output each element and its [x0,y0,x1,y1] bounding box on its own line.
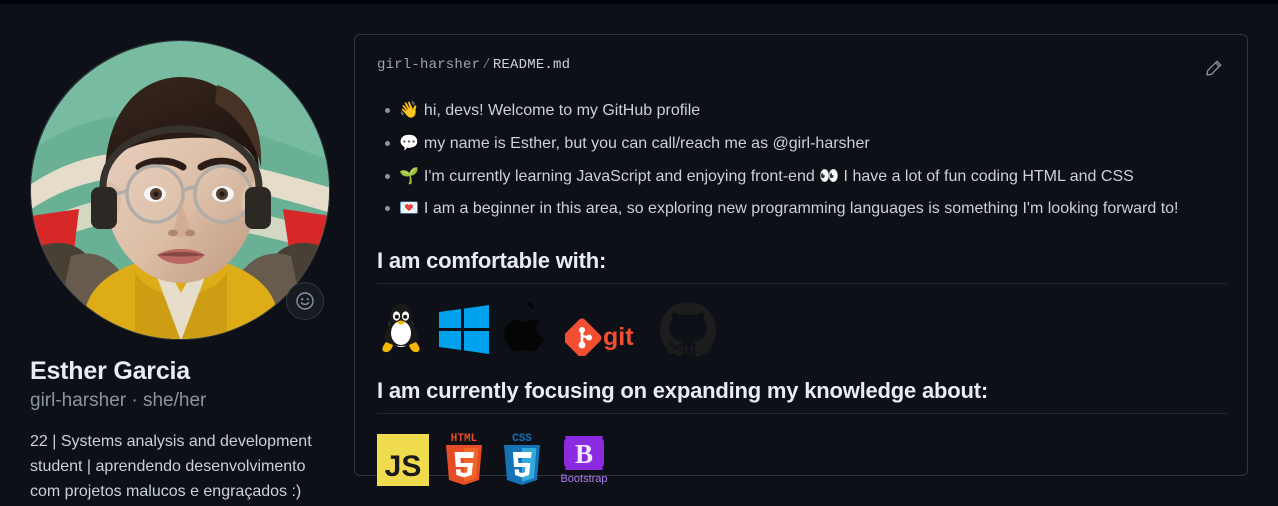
tech-badge-row-learning: JS HTML CSS B Bootstrap [377,428,1225,487]
svg-text:HTML: HTML [451,433,478,445]
list-item: 💌 I am a beginner in this area, so explor… [385,193,1225,226]
profile-bio: 22 | Systems analysis and development st… [30,432,312,500]
bootstrap-badge[interactable]: B Bootstrap [557,430,611,486]
section-divider [377,283,1227,285]
breadcrumb-separator: / [482,57,491,73]
list-item-text: my name is Esther, but you can call/reac… [423,134,870,152]
git-badge[interactable]: git [565,318,643,357]
breadcrumb-file[interactable]: README.md [493,57,570,73]
edit-readme-button[interactable] [1203,57,1225,79]
list-item-text: I am a beginner in this area, so explori… [423,200,1179,218]
readme-card: girl-harsher / README.md 👋 hi, devs! Welcom… [354,34,1248,487]
smiley-icon [296,292,314,310]
section-title-comfortable: I am comfortable with: [377,248,607,274]
list-item: 💬 my name is Esther, but you can call/rea… [385,128,1225,161]
breadcrumb: girl-harsher / README.md [377,57,570,73]
list-item: 👋 hi, devs! Welcome to my GitHub profile [385,95,1225,128]
svg-text:B: B [575,439,593,469]
svg-text:JS: JS [385,450,422,483]
waving-hand-emoji: 👋 [399,102,419,119]
list-item-text: hi, devs! Welcome to my GitHub profile [423,102,701,119]
svg-text:git: git [603,323,634,351]
readme-card-header: girl-harsher / README.md [377,57,1225,83]
windows-badge[interactable] [437,304,491,356]
svg-text:Bootstrap: Bootstrap [560,473,607,485]
avatar[interactable] [30,40,330,340]
speech-balloon-emoji: 💬 [399,134,419,152]
profile-sidebar: Esther Garcia girl-harsher · she/her 22 … [30,40,342,504]
avatar-illustration [31,41,329,339]
linux-badge[interactable] [377,300,425,356]
svg-text:GitHub: GitHub [666,342,709,356]
html5-badge[interactable]: HTML [441,430,487,486]
apple-badge[interactable] [503,300,553,356]
avatar-container [30,40,330,340]
section-title-focusing: I am currently focusing on expanding my … [377,378,988,404]
list-item: 🌱 I'm currently learning JavaScript and e… [385,161,1225,194]
profile-handle: girl-harsher · she/her [30,390,207,412]
css3-badge[interactable]: CSS [499,430,545,486]
tech-badge-row-comfortable: git GitHub [377,298,1225,357]
github-badge[interactable]: GitHub [655,298,721,357]
profile-page: Esther Garcia girl-harsher · she/her 22 … [0,4,1278,506]
love-letter-emoji: 💌 [399,200,419,218]
svg-text:CSS: CSS [512,433,532,445]
seedling-emoji: 🌱 [399,167,419,185]
breadcrumb-owner[interactable]: girl-harsher [377,57,480,73]
status-emoji-button[interactable] [286,282,324,320]
section-divider [377,413,1227,415]
list-item-text: I'm currently learning JavaScript and en… [423,167,1134,185]
readme-bullet-list: 👋 hi, devs! Welcome to my GitHub profile … [377,95,1225,226]
pencil-icon [1206,60,1222,76]
profile-name: Esther Garcia [30,357,190,385]
javascript-badge[interactable]: JS [377,434,429,487]
